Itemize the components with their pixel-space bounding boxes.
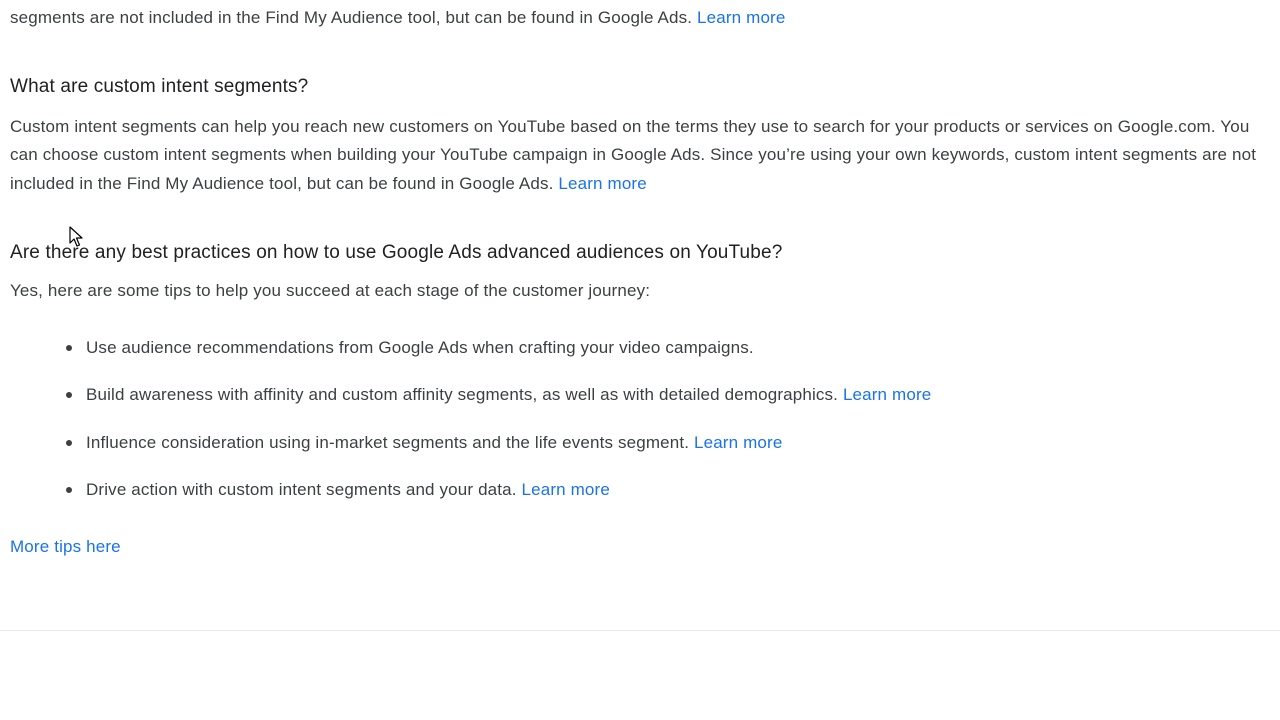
learn-more-link-custom-intent[interactable]: Learn more [558,174,646,193]
bullet-icon [66,392,72,399]
tip-text: Drive action with custom intent segments… [86,479,517,499]
bullet-icon [66,486,72,493]
learn-more-link-consideration[interactable]: Learn more [694,433,782,452]
list-item: Influence consideration using in-market … [0,428,931,475]
tip-text: Build awareness with affinity and custom… [86,385,839,405]
custom-intent-paragraph: Custom intent segments can help you reac… [10,113,1272,198]
previous-answer-text: segments are not included in the Find My… [10,8,693,27]
bullet-icon [66,439,72,446]
mouse-pointer-icon [69,226,83,247]
list-item: Build awareness with affinity and custom… [0,380,931,427]
custom-intent-heading: What are custom intent segments? [10,76,309,97]
best-practices-heading: Are there any best practices on how to u… [10,242,783,263]
tip-text: Influence consideration using in-market … [86,432,690,452]
tip-text: Use audience recommendations from Google… [86,338,754,357]
learn-more-link-awareness[interactable]: Learn more [843,385,931,404]
learn-more-link-action[interactable]: Learn more [522,480,610,499]
tips-list: Use audience recommendations from Google… [0,333,931,522]
best-practices-intro: Yes, here are some tips to help you succ… [10,281,651,300]
more-tips-link[interactable]: More tips here [10,533,121,561]
section-divider [0,630,1280,631]
bullet-icon [66,345,72,351]
list-item: Drive action with custom intent segments… [0,475,931,522]
previous-answer-fragment: segments are not included in the Find My… [10,4,785,32]
learn-more-link-previous[interactable]: Learn more [697,8,785,27]
list-item: Use audience recommendations from Google… [0,333,931,380]
